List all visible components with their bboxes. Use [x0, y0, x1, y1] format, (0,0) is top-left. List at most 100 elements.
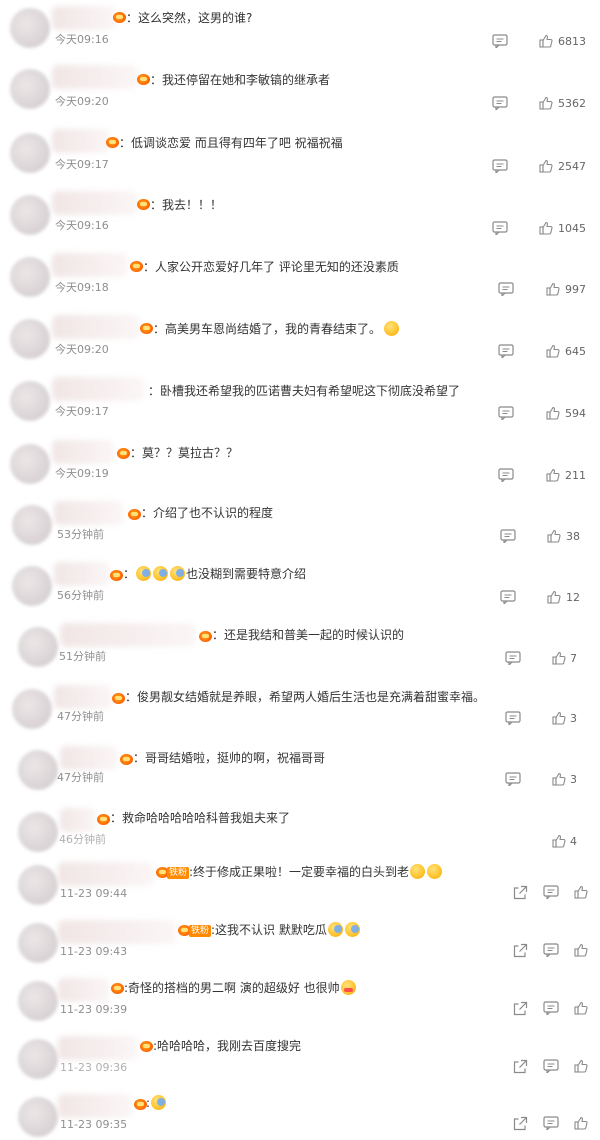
- comment-icon[interactable]: [498, 344, 514, 358]
- avatar[interactable]: [12, 566, 52, 606]
- vip-badge-icon: [130, 261, 143, 272]
- avatar[interactable]: [10, 319, 50, 359]
- comment-time: 11-23 09:43: [60, 945, 128, 958]
- thumbs-up-icon[interactable]: [552, 651, 566, 665]
- username-blurred[interactable]: [52, 440, 114, 464]
- thumbs-up-icon[interactable]: [547, 529, 561, 543]
- vip-badge-icon: [120, 754, 133, 765]
- comment-icon[interactable]: [492, 96, 508, 110]
- username-blurred[interactable]: [52, 65, 138, 89]
- comment-text: ：这么突然，这男的谁?: [126, 11, 253, 25]
- thumbs-up-icon[interactable]: [552, 711, 566, 725]
- comment-icon[interactable]: [505, 711, 521, 725]
- comment-text: ：救命哈哈哈哈哈科普我姐夫来了: [110, 811, 291, 825]
- comment-icon[interactable]: [543, 1001, 559, 1015]
- username-blurred[interactable]: [52, 191, 138, 215]
- thumbs-up-icon[interactable]: [552, 772, 566, 786]
- emoji-icon: [340, 980, 356, 995]
- thumbs-up-icon[interactable]: [539, 96, 553, 110]
- avatar[interactable]: [18, 1097, 58, 1137]
- comment-icon[interactable]: [492, 159, 508, 173]
- username-blurred[interactable]: [58, 1094, 132, 1118]
- emoji-icon: [136, 566, 152, 581]
- avatar[interactable]: [10, 133, 50, 173]
- comment-icon[interactable]: [543, 885, 559, 899]
- vip-badge-icon: [199, 631, 212, 642]
- avatar[interactable]: [18, 981, 58, 1021]
- avatar[interactable]: [10, 444, 50, 484]
- comment-icon[interactable]: [505, 772, 521, 786]
- username-blurred[interactable]: [52, 129, 110, 153]
- share-icon[interactable]: [513, 1001, 528, 1016]
- comment-icon[interactable]: [498, 468, 514, 482]
- username-blurred[interactable]: [54, 501, 124, 525]
- avatar[interactable]: [12, 689, 52, 729]
- avatar[interactable]: [18, 865, 58, 905]
- like-count: 3: [570, 712, 577, 725]
- username-blurred[interactable]: [58, 862, 154, 886]
- vip-badge-icon: [97, 814, 110, 825]
- thumbs-up-icon[interactable]: [546, 344, 560, 358]
- username-blurred[interactable]: [60, 623, 196, 647]
- thumbs-up-icon[interactable]: [547, 590, 561, 604]
- thumbs-up-icon[interactable]: [539, 159, 553, 173]
- share-icon[interactable]: [513, 1059, 528, 1074]
- username-blurred[interactable]: [52, 253, 128, 277]
- username-blurred[interactable]: [52, 315, 140, 339]
- comment-icon[interactable]: [543, 943, 559, 957]
- comment-time: 今天09:19: [55, 467, 109, 480]
- username-blurred[interactable]: [52, 377, 144, 401]
- share-icon[interactable]: [513, 1116, 528, 1131]
- comment-text: ：哥哥结婚啦，挺帅的啊，祝福哥哥: [133, 751, 326, 765]
- comment-text-content: :奇怪的搭档的男二啊 演的超级好 也很帅: [124, 981, 340, 995]
- avatar[interactable]: [18, 812, 58, 852]
- comment-icon[interactable]: [500, 529, 516, 543]
- comment-text: ：介绍了也不认识的程度: [141, 506, 274, 520]
- thumbs-up-icon[interactable]: [546, 282, 560, 296]
- emoji-icon: [410, 864, 426, 879]
- thumbs-up-icon[interactable]: [546, 468, 560, 482]
- comment-icon[interactable]: [543, 1059, 559, 1073]
- username-blurred[interactable]: [60, 808, 96, 832]
- like-count: 5362: [558, 97, 586, 110]
- thumbs-up-icon[interactable]: [574, 943, 588, 957]
- comment-icon[interactable]: [505, 651, 521, 665]
- comment-icon[interactable]: [492, 221, 508, 235]
- username-blurred[interactable]: [54, 685, 112, 709]
- thumbs-up-icon[interactable]: [539, 221, 553, 235]
- username-blurred[interactable]: [60, 746, 118, 770]
- username-blurred[interactable]: [58, 920, 176, 944]
- thumbs-up-icon[interactable]: [574, 1001, 588, 1015]
- username-blurred[interactable]: [58, 978, 110, 1002]
- share-icon[interactable]: [513, 943, 528, 958]
- emoji-icon: [151, 1095, 167, 1110]
- username-blurred[interactable]: [58, 1036, 138, 1060]
- thumbs-up-icon[interactable]: [539, 34, 553, 48]
- avatar[interactable]: [10, 8, 50, 48]
- username-blurred[interactable]: [54, 562, 110, 586]
- thumbs-up-icon[interactable]: [574, 1116, 588, 1130]
- thumbs-up-icon[interactable]: [546, 406, 560, 420]
- thumbs-up-icon[interactable]: [574, 1059, 588, 1073]
- avatar[interactable]: [18, 750, 58, 790]
- avatar[interactable]: [10, 381, 50, 421]
- comment-text-content: ：高美男车恩尚结婚了，我的青春结束了。: [153, 322, 382, 336]
- avatar[interactable]: [18, 1039, 58, 1079]
- thumbs-up-icon[interactable]: [552, 834, 566, 848]
- avatar[interactable]: [10, 257, 50, 297]
- avatar[interactable]: [10, 195, 50, 235]
- avatar[interactable]: [10, 69, 50, 109]
- comment-icon[interactable]: [492, 34, 508, 48]
- comment-icon[interactable]: [498, 406, 514, 420]
- comment-icon[interactable]: [500, 590, 516, 604]
- comment-icon[interactable]: [498, 282, 514, 296]
- vip-badge-icon: [113, 12, 126, 23]
- avatar[interactable]: [18, 627, 58, 667]
- username-blurred[interactable]: [52, 6, 116, 30]
- avatar[interactable]: [12, 505, 52, 545]
- share-icon[interactable]: [513, 885, 528, 900]
- thumbs-up-icon[interactable]: [574, 885, 588, 899]
- comment-icon[interactable]: [543, 1116, 559, 1130]
- avatar[interactable]: [18, 923, 58, 963]
- comment-text: ：卧槽我还希望我的匹诺曹夫妇有希望呢这下彻底没希望了: [148, 384, 461, 398]
